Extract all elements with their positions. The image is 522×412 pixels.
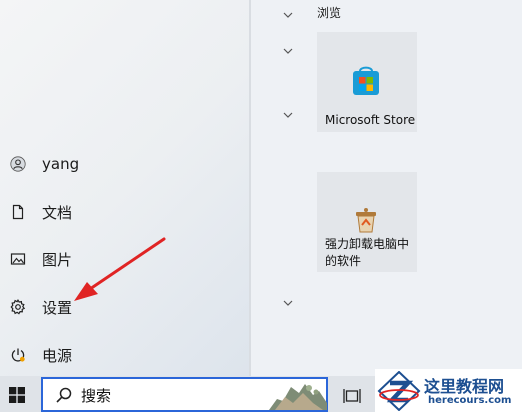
task-view-icon[interactable] [343,388,361,404]
chevron-down-icon[interactable] [282,298,294,308]
tile-uninstaller[interactable]: 强力卸载电脑中 的软件 [317,172,417,272]
microsoft-store-icon [353,66,379,95]
search-highlight-illustration [269,384,327,410]
tile-label-line-2: 的软件 [325,254,362,268]
windows-start-icon[interactable] [9,387,25,403]
group-title-browse: 浏览 [317,6,342,20]
picture-icon [10,251,26,267]
tile-microsoft-store[interactable]: Microsoft Store [317,32,417,132]
chevron-down-icon[interactable] [282,46,294,56]
documents-label: 文档 [42,203,73,222]
chevron-down-icon[interactable] [282,10,294,20]
document-icon [10,204,26,220]
search-icon [56,387,72,403]
search-input[interactable] [81,385,261,405]
watermark-url: herecours.com [428,395,512,406]
user-name: yang [42,155,80,173]
chevron-down-icon[interactable] [282,110,294,120]
nav-item-user[interactable]: yang [0,146,249,182]
tile-label: Microsoft Store [325,113,416,127]
watermark: 这里教程网 herecours.com [375,369,522,412]
gear-icon [10,299,26,315]
annotation-arrow [74,237,166,301]
taskbar-search-box[interactable] [41,377,328,412]
nav-item-power[interactable]: 电源 [0,337,249,373]
recycle-bin-icon [356,208,376,233]
watermark-logo [377,371,421,411]
tile-label-line-1: 强力卸载电脑中 [325,237,410,251]
power-icon [10,347,26,363]
nav-item-documents[interactable]: 文档 [0,194,249,230]
user-icon [10,156,26,172]
watermark-title: 这里教程网 [424,377,505,396]
power-label: 电源 [42,346,73,365]
